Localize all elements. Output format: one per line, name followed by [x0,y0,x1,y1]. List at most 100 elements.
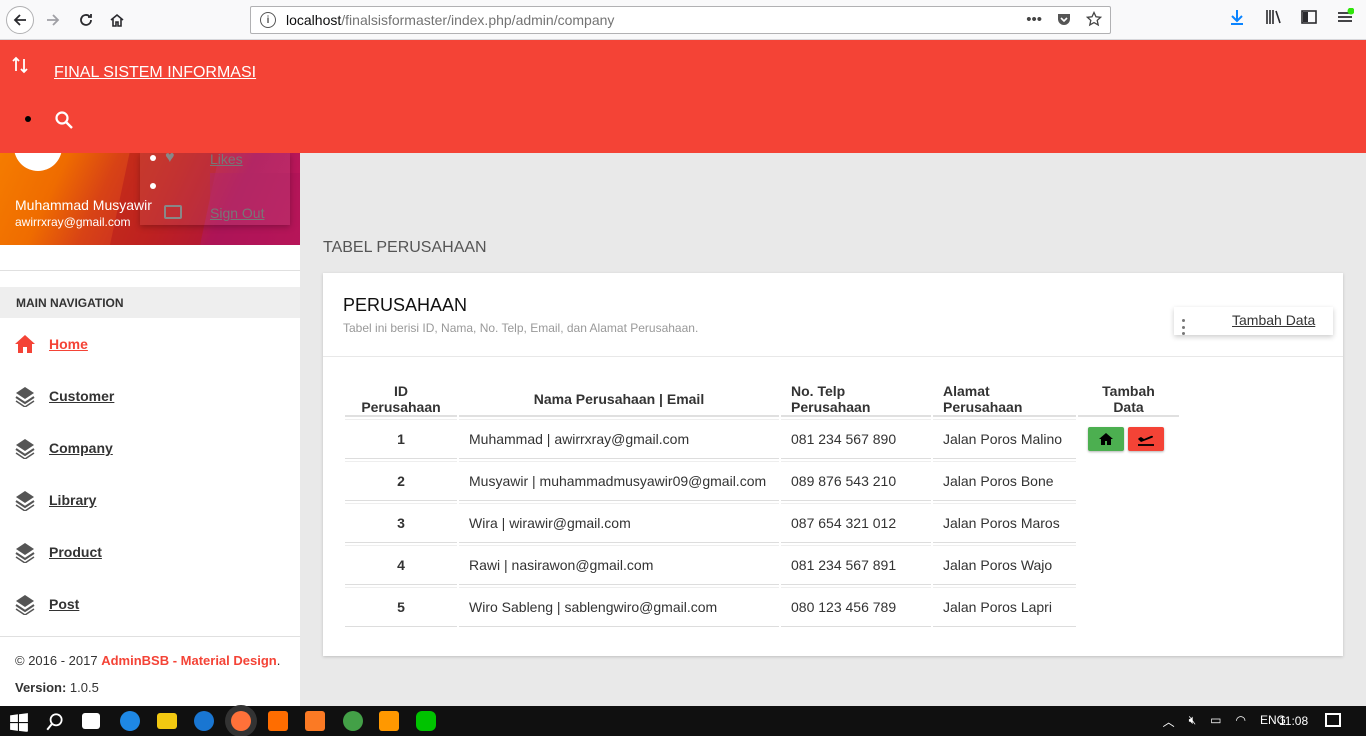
chrome-icon[interactable] [120,711,140,731]
back-button[interactable] [6,6,34,34]
col-header-action: Tambah Data [1078,383,1179,417]
sidebar-item-company[interactable]: Company [0,428,300,468]
app-icon-green[interactable] [343,711,363,731]
sidebar-item-library[interactable]: Library [0,480,300,520]
cell-name: Muhammad | awirrxray@gmail.com [459,419,779,459]
col-header-id[interactable]: ID Perusahaan [345,383,457,417]
folder-icon[interactable] [157,713,177,729]
sidebar-icon[interactable] [1300,8,1318,26]
cell-id: 5 [345,587,457,627]
browser-toolbar: i localhost/finalsisformaster/index.php/… [0,0,1366,40]
sidebar-item-customer[interactable]: Customer [0,376,300,416]
list-bullet [25,116,31,122]
edit-button[interactable] [1088,427,1124,451]
user-dropdown-menu: ♥ Likes Sign Out [140,153,290,225]
xampp-icon[interactable] [305,711,325,731]
arrow-right-icon [47,14,60,26]
brand-link[interactable]: AdminBSB - Material Design [101,653,277,668]
home-icon [1099,433,1113,445]
sidebar-item-label: Library [49,492,97,508]
notification-icon[interactable] [1325,713,1341,727]
download-icon[interactable] [1228,8,1246,26]
chevron-up-icon[interactable]: ︿ [1163,713,1175,730]
col-header-address[interactable]: Alamat Perusahaan [933,383,1076,417]
info-icon[interactable]: i [260,12,276,28]
volume-mute-icon[interactable]: 🔇︎ [1189,713,1197,730]
col-header-name[interactable]: Nama Perusahaan | Email [459,383,779,417]
library-icon[interactable] [1264,8,1282,26]
cell-actions [1078,587,1179,627]
menu-likes-link[interactable]: Likes [210,153,243,167]
search-icon[interactable] [54,110,74,135]
table-row: 2 Musyawir | muhammadmusyawir09@gmail.co… [345,461,1179,501]
sidebar-item-label: Company [49,440,113,456]
cell-actions [1078,419,1179,459]
layers-icon [14,489,36,511]
wifi-icon[interactable]: ◠ [1236,713,1246,730]
cell-name: Wira | wirawir@gmail.com [459,503,779,543]
avatar[interactable] [14,153,62,171]
clock[interactable]: 11:08 [1279,714,1308,728]
url-text: localhost/finalsisformaster/index.php/ad… [286,12,614,28]
card-header: PERUSAHAAN Tabel ini berisi ID, Nama, No… [323,273,1343,357]
user-name[interactable]: Muhammad Musyawir [15,197,152,213]
taskbar: ︿ 🔇︎ ▭ ◠ ENG 11:08 [0,706,1366,736]
add-data-link[interactable]: Tambah Data [1232,312,1315,328]
app-title-link[interactable]: FINAL SISTEM INFORMASI [54,64,256,82]
cell-id: 4 [345,545,457,585]
header-dropdown: Tambah Data [1174,307,1333,335]
sidebar: ♥ Likes Sign Out Muhammad Musyawir awirr… [0,153,300,706]
forward-button[interactable] [39,6,67,34]
nav-header: MAIN NAVIGATION [0,287,300,318]
cell-phone: 087 654 321 012 [781,503,931,543]
cell-id: 2 [345,461,457,501]
url-bar[interactable]: i localhost/finalsisformaster/index.php/… [250,6,1111,34]
url-actions: ••• [1026,11,1102,28]
battery-icon[interactable]: ▭ [1210,713,1221,730]
cell-address: Jalan Poros Malino [933,419,1076,459]
home-button[interactable] [103,6,131,34]
menu-signout-link[interactable]: Sign Out [210,205,264,221]
col-header-phone[interactable]: No. Telp Perusahaan [781,383,931,417]
line-icon[interactable] [416,711,436,731]
cell-id: 1 [345,419,457,459]
browser-tools [1228,8,1354,26]
page-title: TABEL PERUSAHAAN [323,239,487,256]
home-icon [14,333,36,355]
more-icon[interactable]: ••• [1026,11,1042,28]
windows-start-icon[interactable] [9,712,29,732]
system-tray: ︿ 🔇︎ ▭ ◠ ENG [1163,713,1286,730]
cell-name: Rawi | nasirawon@gmail.com [459,545,779,585]
pocket-icon[interactable] [1056,11,1072,27]
version: Version: 1.0.5 [15,680,285,695]
menu-icon[interactable] [1336,8,1354,26]
edge-icon[interactable] [194,711,214,731]
delete-button[interactable] [1128,427,1164,451]
swap-vertical-icon[interactable] [12,56,28,79]
firefox-icon[interactable] [231,711,251,731]
copyright: © 2016 - 2017 AdminBSB - Material Design… [15,653,285,668]
store-icon[interactable] [82,713,100,729]
sidebar-item-product[interactable]: Product [0,532,300,572]
layers-icon [14,541,36,563]
sidebar-footer: © 2016 - 2017 AdminBSB - Material Design… [0,636,300,711]
sidebar-item-post[interactable]: Post [0,584,300,624]
cell-id: 3 [345,503,457,543]
search-icon[interactable] [45,712,65,732]
cell-phone: 081 234 567 890 [781,419,931,459]
sign-out-icon [164,205,182,219]
table-header-row: ID Perusahaan Nama Perusahaan | Email No… [345,383,1179,417]
company-card: PERUSAHAAN Tabel ini berisi ID, Nama, No… [323,273,1343,656]
sidebar-item-home[interactable]: Home [0,324,300,364]
app-icon-orange[interactable] [268,711,288,731]
cell-actions [1078,503,1179,543]
sidebar-item-label: Customer [49,388,115,404]
version-value: 1.0.5 [66,680,99,695]
flight-takeoff-icon [1138,435,1154,446]
cell-name: Musyawir | muhammadmusyawir09@gmail.com [459,461,779,501]
cell-phone: 080 123 456 789 [781,587,931,627]
reload-button[interactable] [72,6,100,34]
sublime-icon[interactable] [379,711,399,731]
more-vert-icon[interactable] [1182,319,1186,335]
star-icon[interactable] [1086,11,1102,27]
